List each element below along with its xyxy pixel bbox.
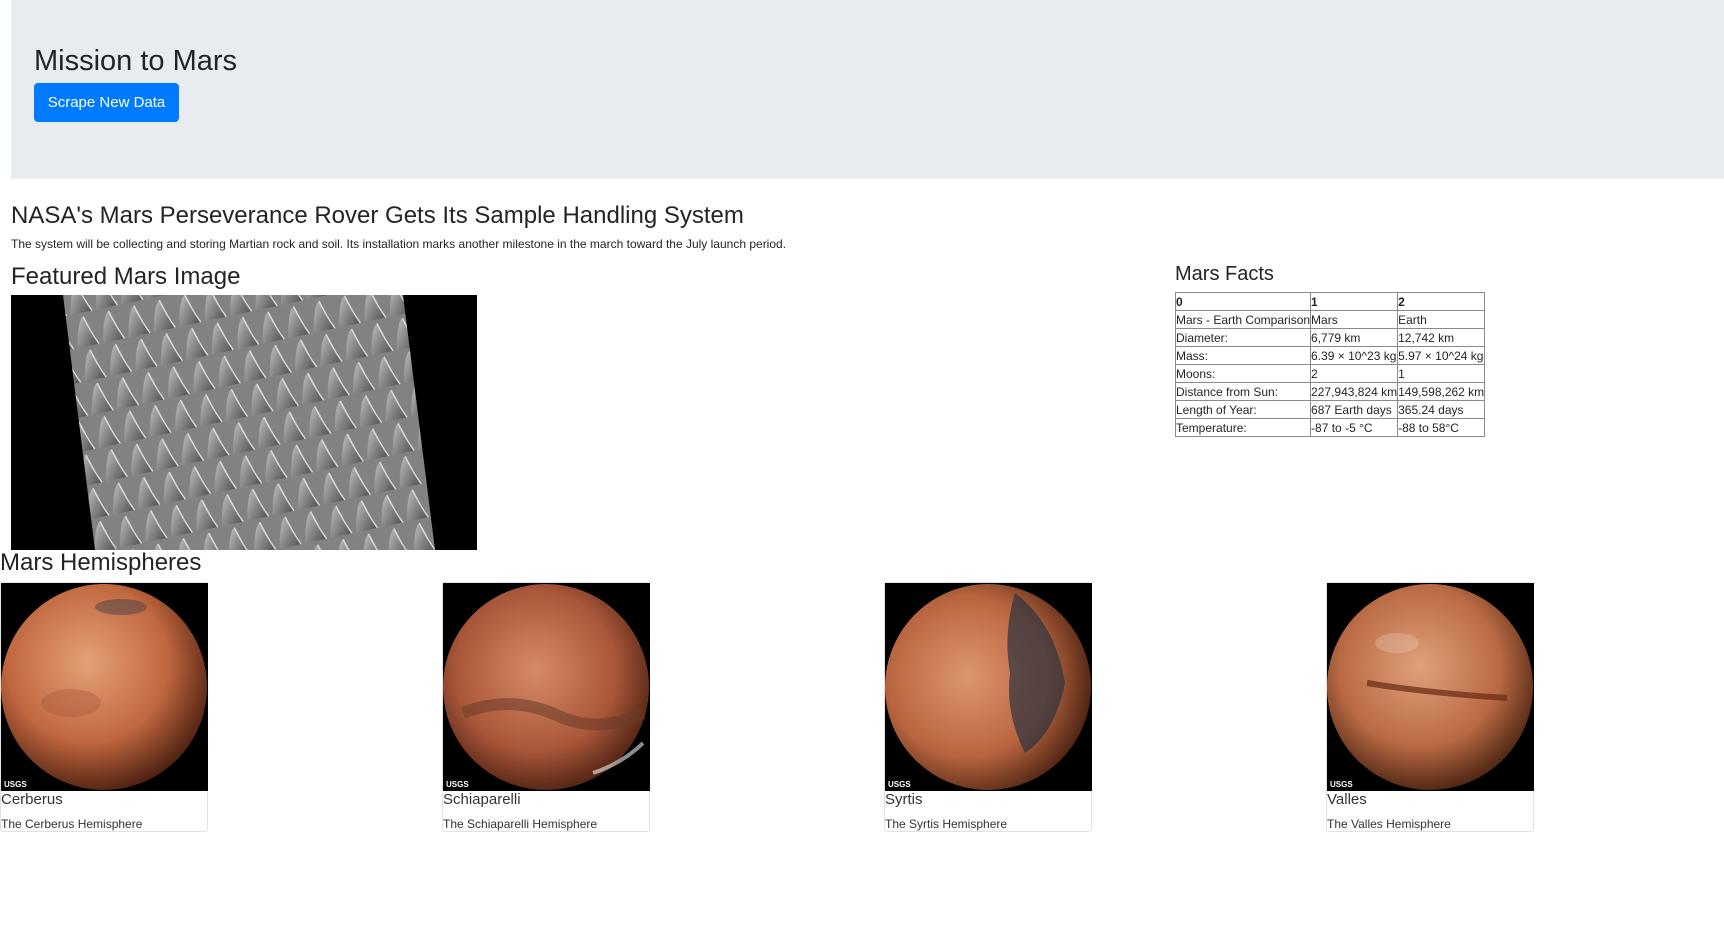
hemisphere-image-cerberus[interactable]: USGS: [1, 583, 208, 791]
featured-image-graphic: [11, 295, 477, 550]
mars-facts-table: 0 1 2 Mars - Earth Comparison Mars Earth…: [1174, 292, 1486, 437]
mars-globe-graphic: [443, 583, 650, 791]
hemisphere-name: Syrtis: [885, 791, 923, 808]
mars-globe-graphic: [1, 583, 208, 791]
mars-globe-graphic: [885, 583, 1092, 791]
usgs-logo: USGS: [446, 780, 469, 789]
table-cell: 227,943,824 km: [1310, 382, 1399, 401]
table-cell: Diameter:: [1174, 328, 1312, 347]
table-cell: 12,742 km: [1397, 328, 1486, 347]
table-header-row: 0 1 2: [1174, 292, 1486, 311]
news-title: NASA's Mars Perseverance Rover Gets Its …: [11, 202, 744, 229]
table-cell: 149,598,262 km: [1397, 382, 1486, 401]
table-cell: 6,779 km: [1310, 328, 1399, 347]
table-header-cell: 2: [1397, 292, 1486, 311]
hemisphere-description: The Syrtis Hemisphere: [885, 817, 1008, 831]
table-row: Moons: 2 1: [1174, 364, 1486, 383]
hemisphere-description: The Cerberus Hemisphere: [1, 817, 143, 831]
mars-facts-title: Mars Facts: [1175, 263, 1274, 285]
table-cell: Distance from Sun:: [1174, 382, 1312, 401]
table-cell: -87 to -5 °C: [1310, 418, 1399, 437]
jumbotron-header: Mission to Mars Scrape New Data: [11, 0, 1724, 179]
table-cell: Earth: [1397, 310, 1486, 329]
hemisphere-name: Schiaparelli: [443, 791, 521, 808]
hemisphere-name: Cerberus: [1, 791, 63, 808]
hemisphere-description: The Valles Hemisphere: [1327, 817, 1451, 831]
table-cell: 365.24 days: [1397, 400, 1486, 419]
table-header-cell: 1: [1310, 292, 1399, 311]
mars-globe-graphic: [1327, 583, 1534, 791]
featured-image-title: Featured Mars Image: [11, 263, 241, 290]
table-cell: Mass:: [1174, 346, 1312, 365]
table-row: Mars - Earth Comparison Mars Earth: [1174, 310, 1486, 329]
hemisphere-card-syrtis[interactable]: USGS Syrtis The Syrtis Hemisphere: [884, 582, 1092, 832]
table-row: Distance from Sun: 227,943,824 km 149,59…: [1174, 382, 1486, 401]
hemisphere-image-syrtis[interactable]: USGS: [885, 583, 1092, 791]
table-cell: -88 to 58°C: [1397, 418, 1486, 437]
table-header-cell: 0: [1174, 292, 1312, 311]
table-cell: 6.39 × 10^23 kg: [1310, 346, 1399, 365]
page-title: Mission to Mars: [34, 45, 238, 77]
table-row: Diameter: 6,779 km 12,742 km: [1174, 328, 1486, 347]
table-cell: 5.97 × 10^24 kg: [1397, 346, 1486, 365]
table-cell: 687 Earth days: [1310, 400, 1399, 419]
hemisphere-card-valles[interactable]: USGS Valles The Valles Hemisphere: [1326, 582, 1534, 832]
table-cell: 1: [1397, 364, 1486, 383]
table-row: Length of Year: 687 Earth days 365.24 da…: [1174, 400, 1486, 419]
hemisphere-image-valles[interactable]: USGS: [1327, 583, 1534, 791]
table-cell: Moons:: [1174, 364, 1312, 383]
featured-mars-image: [11, 295, 477, 550]
hemisphere-name: Valles: [1327, 791, 1367, 808]
news-teaser: The system will be collecting and storin…: [11, 237, 787, 251]
table-row: Temperature: -87 to -5 °C -88 to 58°C: [1174, 418, 1486, 437]
usgs-logo: USGS: [4, 780, 27, 789]
table-cell: Length of Year:: [1174, 400, 1312, 419]
hemisphere-description: The Schiaparelli Hemisphere: [443, 817, 598, 831]
usgs-logo: USGS: [888, 780, 911, 789]
table-cell: 2: [1310, 364, 1399, 383]
hemisphere-card-schiaparelli[interactable]: USGS Schiaparelli The Schiaparelli Hemis…: [442, 582, 650, 832]
table-cell: Temperature:: [1174, 418, 1312, 437]
table-row: Mass: 6.39 × 10^23 kg 5.97 × 10^24 kg: [1174, 346, 1486, 365]
scrape-new-data-button[interactable]: Scrape New Data: [34, 83, 179, 122]
table-cell: Mars - Earth Comparison: [1174, 310, 1312, 329]
hemispheres-title: Mars Hemispheres: [0, 549, 202, 576]
table-cell: Mars: [1310, 310, 1399, 329]
hemisphere-card-cerberus[interactable]: USGS Cerberus The Cerberus Hemisphere: [0, 582, 208, 832]
usgs-logo: USGS: [1330, 780, 1353, 789]
hemisphere-image-schiaparelli[interactable]: USGS: [443, 583, 650, 791]
